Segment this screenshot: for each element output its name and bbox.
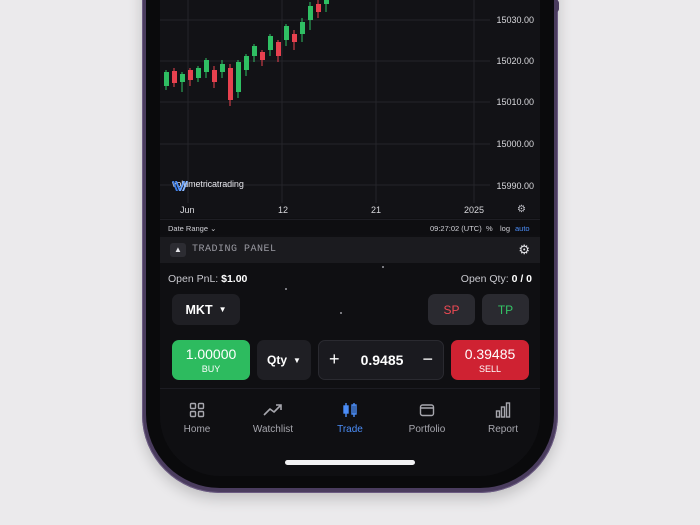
candle-body [220, 64, 225, 72]
percent-scale-toggle[interactable]: % [486, 224, 493, 233]
candle-body [164, 72, 169, 86]
order-type-label: MKT [185, 302, 213, 317]
grid-icon [189, 402, 205, 418]
decrement-button[interactable]: − [422, 349, 433, 370]
tab-portfolio[interactable]: Portfolio [392, 401, 462, 435]
tab-label: Home [183, 424, 211, 435]
candle-body [276, 42, 281, 56]
speck [340, 312, 342, 314]
take-profit-button[interactable]: TP [482, 294, 529, 325]
sp-label: SP [443, 302, 460, 317]
price-label: 15020.00 [496, 56, 534, 66]
candle-body [284, 26, 289, 40]
candle-body [212, 70, 217, 82]
tab-home[interactable]: Home [162, 401, 232, 435]
candle-body [300, 22, 305, 34]
panel-settings-gear-icon[interactable]: ⚙ [518, 242, 530, 258]
bar-chart-icon [495, 402, 511, 418]
candle-body [244, 56, 249, 70]
candle-body [324, 0, 329, 4]
candle-body [308, 6, 313, 20]
chevron-down-icon: ▼ [293, 355, 301, 365]
phone-screen: 15030.00 15020.00 15010.00 15000.00 1599… [160, 0, 540, 476]
chevron-up-icon: ▲ [174, 245, 182, 254]
order-type-dropdown[interactable]: MKT ▼ [172, 294, 240, 325]
open-pnl-label: Open PnL: [168, 273, 219, 285]
auto-scale-toggle[interactable]: auto [515, 224, 530, 233]
chart-range-bar: Date Range ⌄ 09:27:02 (UTC) % log auto [160, 219, 540, 235]
tab-label: Watchlist [252, 424, 294, 435]
open-qty-value: 0 / 0 [511, 273, 532, 285]
candle-body [188, 70, 193, 80]
candle-body [228, 68, 233, 100]
candle-body [236, 62, 241, 92]
tab-label: Portfolio [408, 424, 446, 435]
sell-price: 0.39485 [464, 346, 516, 362]
date-range-label: Date Range [168, 224, 209, 233]
x-tick-label: 21 [371, 205, 382, 215]
tab-label: Trade [337, 424, 363, 435]
open-qty-label: Open Qty: [460, 273, 509, 285]
candle-body [196, 68, 201, 78]
tab-report[interactable]: Report [468, 401, 538, 435]
position-summary: Open PnL: $1.00 Open Qty: 0 / 0 [168, 273, 532, 287]
speck [285, 288, 287, 290]
candle-body [260, 52, 265, 60]
price-label: 15030.00 [496, 15, 534, 25]
chevron-down-icon: ▼ [218, 305, 227, 314]
wallet-icon [419, 404, 435, 417]
x-tick-label: 2025 [464, 205, 485, 215]
tab-watchlist[interactable]: Watchlist [238, 401, 308, 435]
tab-label: Report [487, 424, 518, 435]
tab-trade[interactable]: Trade [315, 401, 385, 435]
buy-button[interactable]: 1.00000 BUY [172, 340, 250, 380]
candle-body [252, 46, 257, 56]
sell-label: SELL [478, 364, 502, 374]
quantity-mode-dropdown[interactable]: Qty ▼ [257, 340, 311, 380]
panel-title: TRADING PANEL [192, 244, 277, 255]
open-qty: Open Qty: 0 / 0 [461, 273, 532, 285]
qty-label: Qty [267, 353, 288, 367]
candle-body [172, 71, 177, 83]
candle-body [292, 34, 297, 42]
price-label: 15990.00 [496, 181, 534, 191]
stop-price-button[interactable]: SP [428, 294, 475, 325]
phone-side-button [554, 0, 559, 12]
chevron-down-icon: ⌄ [210, 224, 217, 233]
candles-group [164, 0, 329, 106]
volumetrica-logo-icon [172, 181, 188, 191]
x-tick-label: 12 [278, 205, 289, 215]
log-scale-toggle[interactable]: log [500, 224, 510, 233]
price-label: 15010.00 [496, 97, 534, 107]
candle-body [180, 74, 185, 82]
utc-clock: 09:27:02 (UTC) [430, 224, 482, 233]
speck [382, 266, 384, 268]
brand-watermark: volumetricatrading [172, 179, 244, 191]
candle-body [316, 4, 321, 12]
candlestick-chart[interactable]: 15030.00 15020.00 15010.00 15000.00 1599… [160, 0, 540, 218]
candle-body [268, 36, 273, 50]
trend-up-icon [263, 404, 282, 416]
open-pnl-value: $1.00 [221, 273, 248, 285]
buy-price: 1.00000 [185, 346, 237, 362]
price-label: 15000.00 [496, 139, 534, 149]
x-axis: Jun 12 21 2025 ⚙ [160, 203, 540, 219]
x-tick-label: Jun [180, 205, 195, 215]
buy-label: BUY [201, 364, 221, 374]
candle-body [204, 60, 209, 72]
sell-button[interactable]: 0.39485 SELL [451, 340, 529, 380]
tp-label: TP [497, 302, 514, 317]
trading-panel-header: ▲ TRADING PANEL ⚙ [160, 237, 540, 263]
quantity-stepper[interactable]: + 0.9485 − [318, 340, 444, 380]
open-pnl: Open PnL: $1.00 [168, 273, 247, 285]
collapse-panel-button[interactable]: ▲ [170, 243, 186, 257]
chart-settings-gear-icon[interactable]: ⚙ [517, 204, 526, 215]
date-range-dropdown[interactable]: Date Range ⌄ [168, 224, 216, 233]
home-indicator[interactable] [285, 460, 415, 465]
candles-icon [343, 403, 357, 417]
